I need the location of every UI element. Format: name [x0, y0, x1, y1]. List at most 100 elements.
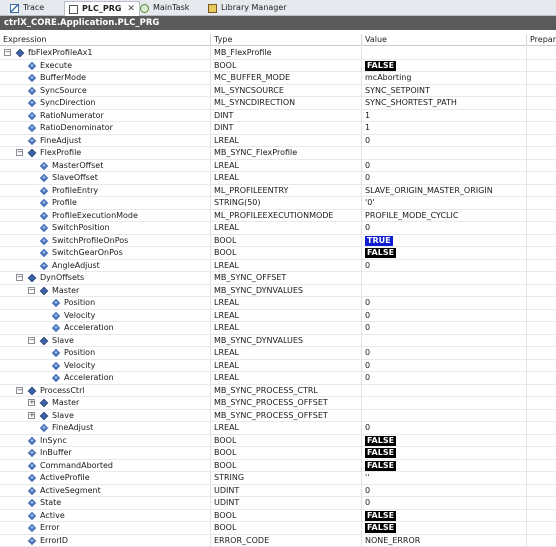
- table-row[interactable]: ProfileSTRING(50)'0': [0, 197, 556, 210]
- table-row[interactable]: MasterOffsetLREAL0: [0, 160, 556, 173]
- table-row[interactable]: SlaveOffsetLREAL0: [0, 172, 556, 185]
- prepared-value-cell[interactable]: [526, 272, 556, 284]
- prepared-value-cell[interactable]: [526, 160, 556, 172]
- prepared-value-cell[interactable]: [526, 397, 556, 409]
- tab-trace[interactable]: Trace: [6, 1, 48, 15]
- prepared-value-cell[interactable]: [526, 110, 556, 122]
- prepared-value-cell[interactable]: [526, 410, 556, 422]
- prepared-value-cell[interactable]: [526, 285, 556, 297]
- prepared-value-cell[interactable]: [526, 297, 556, 309]
- table-row[interactable]: CommandAbortedBOOLFALSE: [0, 460, 556, 473]
- expression-label: Velocity: [64, 360, 95, 372]
- prepared-value-cell[interactable]: [526, 522, 556, 534]
- prepared-value-cell[interactable]: [526, 185, 556, 197]
- collapse-icon[interactable]: −: [28, 337, 35, 344]
- prepared-value-cell[interactable]: [526, 435, 556, 447]
- collapse-icon[interactable]: −: [16, 274, 23, 281]
- prepared-value-cell[interactable]: [526, 147, 556, 159]
- prepared-value-cell[interactable]: [526, 347, 556, 359]
- prepared-value-cell[interactable]: [526, 510, 556, 522]
- table-row[interactable]: BufferModeMC_BUFFER_MODEmcAborting: [0, 72, 556, 85]
- collapse-icon[interactable]: −: [4, 49, 11, 56]
- prepared-value-cell[interactable]: [526, 460, 556, 472]
- table-row[interactable]: ActiveSegmentUDINT0: [0, 485, 556, 498]
- prepared-value-cell[interactable]: [526, 60, 556, 72]
- table-row[interactable]: AccelerationLREAL0: [0, 322, 556, 335]
- table-row[interactable]: PositionLREAL0: [0, 297, 556, 310]
- table-row[interactable]: PositionLREAL0: [0, 347, 556, 360]
- prepared-value-cell[interactable]: [526, 210, 556, 222]
- table-row[interactable]: InBufferBOOLFALSE: [0, 447, 556, 460]
- table-row[interactable]: SyncSourceML_SYNCSOURCESYNC_SETPOINT: [0, 85, 556, 98]
- prepared-value-cell[interactable]: [526, 447, 556, 459]
- collapse-icon[interactable]: −: [28, 287, 35, 294]
- prepared-value-cell[interactable]: [526, 172, 556, 184]
- prepared-value-cell[interactable]: [526, 47, 556, 59]
- table-row[interactable]: SyncDirectionML_SYNCDIRECTIONSYNC_SHORTE…: [0, 97, 556, 110]
- prepared-value-cell[interactable]: [526, 247, 556, 259]
- prepared-value-cell[interactable]: [526, 222, 556, 234]
- table-row[interactable]: −MasterMB_SYNC_DYNVALUES: [0, 285, 556, 298]
- prepared-value-cell[interactable]: [526, 385, 556, 397]
- table-row[interactable]: +SlaveMB_SYNC_PROCESS_OFFSET: [0, 410, 556, 423]
- table-row[interactable]: SwitchProfileOnPosBOOLTRUE: [0, 235, 556, 248]
- prepared-value-cell[interactable]: [526, 122, 556, 134]
- table-row[interactable]: ErrorBOOLFALSE: [0, 522, 556, 535]
- prepared-value-cell[interactable]: [526, 85, 556, 97]
- table-row[interactable]: ActiveBOOLFALSE: [0, 510, 556, 523]
- table-row[interactable]: −DynOffsetsMB_SYNC_OFFSET: [0, 272, 556, 285]
- prepared-value-cell[interactable]: [526, 335, 556, 347]
- table-row[interactable]: +MasterMB_SYNC_PROCESS_OFFSET: [0, 397, 556, 410]
- prepared-value-cell[interactable]: [526, 97, 556, 109]
- table-row[interactable]: StateUDINT0: [0, 497, 556, 510]
- prepared-value-cell[interactable]: [526, 372, 556, 384]
- column-header-value[interactable]: Value: [361, 34, 526, 46]
- prepared-value-cell[interactable]: [526, 197, 556, 209]
- table-row[interactable]: RatioNumeratorDINT1: [0, 110, 556, 123]
- prepared-value-cell[interactable]: [526, 235, 556, 247]
- column-header-type[interactable]: Type: [210, 34, 361, 46]
- type-cell: ML_SYNCDIRECTION: [210, 97, 361, 109]
- table-row[interactable]: VelocityLREAL0: [0, 310, 556, 323]
- table-row[interactable]: FineAdjustLREAL0: [0, 135, 556, 148]
- prepared-value-cell[interactable]: [526, 497, 556, 509]
- table-row[interactable]: InSyncBOOLFALSE: [0, 435, 556, 448]
- table-row[interactable]: ActiveProfileSTRING'': [0, 472, 556, 485]
- value-cell: TRUE: [361, 235, 526, 247]
- table-row[interactable]: SwitchGearOnPosBOOLFALSE: [0, 247, 556, 260]
- table-row[interactable]: ErrorIDERROR_CODENONE_ERROR: [0, 535, 556, 547]
- table-row[interactable]: AccelerationLREAL0: [0, 372, 556, 385]
- table-row[interactable]: ProfileEntryML_PROFILEENTRYSLAVE_ORIGIN_…: [0, 185, 556, 198]
- prepared-value-cell[interactable]: [526, 472, 556, 484]
- table-row[interactable]: ExecuteBOOLFALSE: [0, 60, 556, 73]
- tab-plc-prg[interactable]: PLC_PRG ✕: [64, 1, 140, 16]
- expand-icon[interactable]: +: [28, 399, 35, 406]
- prepared-value-cell[interactable]: [526, 310, 556, 322]
- table-row[interactable]: VelocityLREAL0: [0, 360, 556, 373]
- table-row[interactable]: RatioDenominatorDINT1: [0, 122, 556, 135]
- prepared-value-cell[interactable]: [526, 535, 556, 547]
- tab-maintask[interactable]: MainTask: [136, 1, 193, 15]
- prepared-value-cell[interactable]: [526, 322, 556, 334]
- collapse-icon[interactable]: −: [16, 387, 23, 394]
- table-row[interactable]: SwitchPositionLREAL0: [0, 222, 556, 235]
- table-row[interactable]: ProfileExecutionModeML_PROFILEEXECUTIONM…: [0, 210, 556, 223]
- table-row[interactable]: −fbFlexProfileAx1MB_FlexProfile: [0, 47, 556, 60]
- table-row[interactable]: −SlaveMB_SYNC_DYNVALUES: [0, 335, 556, 348]
- table-row[interactable]: −FlexProfileMB_SYNC_FlexProfile: [0, 147, 556, 160]
- prepared-value-cell[interactable]: [526, 485, 556, 497]
- table-row[interactable]: −ProcessCtrlMB_SYNC_PROCESS_CTRL: [0, 385, 556, 398]
- collapse-icon[interactable]: −: [16, 149, 23, 156]
- prepared-value-cell[interactable]: [526, 260, 556, 272]
- prepared-value-cell[interactable]: [526, 422, 556, 434]
- tab-library-manager[interactable]: Library Manager: [204, 1, 291, 15]
- table-row[interactable]: AngleAdjustLREAL0: [0, 260, 556, 273]
- expand-icon[interactable]: +: [28, 412, 35, 419]
- table-row[interactable]: FineAdjustLREAL0: [0, 422, 556, 435]
- prepared-value-cell[interactable]: [526, 72, 556, 84]
- column-header-prepare[interactable]: Prepare: [526, 34, 556, 46]
- close-icon[interactable]: ✕: [127, 2, 135, 16]
- prepared-value-cell[interactable]: [526, 135, 556, 147]
- prepared-value-cell[interactable]: [526, 360, 556, 372]
- column-header-expression[interactable]: Expression: [0, 34, 210, 46]
